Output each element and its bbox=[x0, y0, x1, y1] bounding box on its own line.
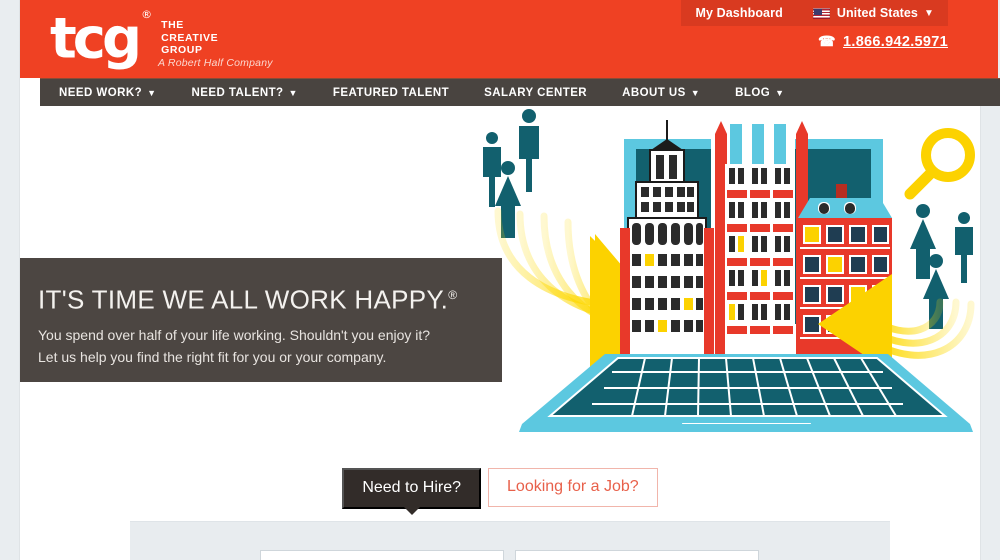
search-form-panel bbox=[130, 521, 890, 560]
us-flag-icon bbox=[812, 7, 830, 19]
logo-line-2: CREATIVE bbox=[161, 31, 219, 44]
logo-wordmark-text: tcg bbox=[50, 6, 142, 72]
nav-item-about-us[interactable]: ABOUT US ▼ bbox=[622, 87, 700, 99]
work-happy-illustration-svg bbox=[483, 109, 975, 455]
nav-label: SALARY CENTER bbox=[484, 86, 588, 99]
chevron-down-icon: ▼ bbox=[924, 7, 934, 19]
white-tower-center bbox=[725, 164, 793, 354]
search-input-location[interactable] bbox=[515, 550, 759, 560]
my-dashboard-label: My Dashboard bbox=[695, 6, 783, 20]
chevron-down-icon: ▼ bbox=[288, 87, 298, 98]
hero-copy-block: IT'S TIME WE ALL WORK HAPPY.® You spend … bbox=[20, 258, 502, 382]
nav-label: FEATURED TALENT bbox=[332, 86, 450, 99]
phone-block: ☎ 1.866.942.5971 bbox=[818, 33, 948, 50]
nav-item-featured-talent[interactable]: FEATURED TALENT bbox=[333, 87, 449, 99]
phone-number-link[interactable]: 1.866.942.5971 bbox=[843, 34, 948, 50]
people-left-group bbox=[483, 109, 539, 238]
hero-headline: IT'S TIME WE ALL WORK HAPPY.® bbox=[38, 280, 476, 315]
country-selector[interactable]: United States ▼ bbox=[812, 6, 934, 20]
search-input-keyword[interactable] bbox=[260, 550, 504, 560]
nav-item-need-work[interactable]: NEED WORK? ▼ bbox=[59, 87, 156, 99]
logo-registered-icon: ® bbox=[141, 8, 153, 21]
chevron-down-icon: ▼ bbox=[690, 87, 701, 98]
chevron-down-icon: ▼ bbox=[775, 87, 785, 98]
logo-wordmark: tcg ® bbox=[50, 6, 153, 72]
nav-label: NEED WORK? bbox=[59, 86, 143, 99]
laptop-illustration bbox=[519, 354, 973, 455]
nav-item-salary-center[interactable]: SALARY CENTER bbox=[484, 87, 587, 99]
chevron-down-icon: ▼ bbox=[147, 87, 157, 98]
nav-item-need-talent[interactable]: NEED TALENT? ▼ bbox=[191, 87, 297, 99]
phone-icon: ☎ bbox=[817, 33, 835, 49]
logo-line-1: THE bbox=[161, 19, 184, 31]
country-label: United States bbox=[836, 6, 918, 20]
site-header: tcg ® THE CREATIVE GROUP A Robert Half Co… bbox=[20, 0, 998, 78]
nav-label: NEED TALENT? bbox=[191, 86, 284, 99]
hero-subtext-line-1: You spend over half of your life working… bbox=[38, 326, 431, 343]
logo-subtext: THE CREATIVE GROUP bbox=[161, 19, 218, 57]
tab-looking-for-a-job[interactable]: Looking for a Job? bbox=[488, 468, 658, 507]
my-dashboard-link[interactable]: My Dashboard bbox=[695, 6, 782, 20]
nav-label: BLOG bbox=[735, 86, 771, 99]
search-mode-tabs: Need to Hire? Looking for a Job? bbox=[20, 468, 980, 515]
page-root: tcg ® THE CREATIVE GROUP A Robert Half Co… bbox=[0, 0, 1000, 560]
site-canvas: tcg ® THE CREATIVE GROUP A Robert Half Co… bbox=[20, 0, 1000, 560]
hero-subtext-line-2: Let us help you find the right fit for y… bbox=[38, 348, 387, 365]
nav-label: ABOUT US bbox=[622, 86, 686, 99]
hero-section: IT'S TIME WE ALL WORK HAPPY.® You spend … bbox=[20, 106, 980, 466]
hero-headline-text: IT'S TIME WE ALL WORK HAPPY. bbox=[38, 284, 449, 315]
hero-subtext: You spend over half of your life working… bbox=[38, 324, 476, 368]
tab-need-to-hire[interactable]: Need to Hire? bbox=[342, 468, 482, 515]
utility-bar: My Dashboard United States ▼ bbox=[681, 0, 948, 26]
logo-tagline: A Robert Half Company bbox=[158, 57, 273, 69]
logo-line-3: GROUP bbox=[161, 44, 203, 56]
nav-item-blog[interactable]: BLOG ▼ bbox=[735, 87, 784, 99]
main-navigation: NEED WORK? ▼ NEED TALENT? ▼ FEATURED TAL… bbox=[40, 78, 1000, 106]
hero-illustration bbox=[440, 106, 980, 455]
hero-headline-registered-icon: ® bbox=[448, 288, 458, 302]
